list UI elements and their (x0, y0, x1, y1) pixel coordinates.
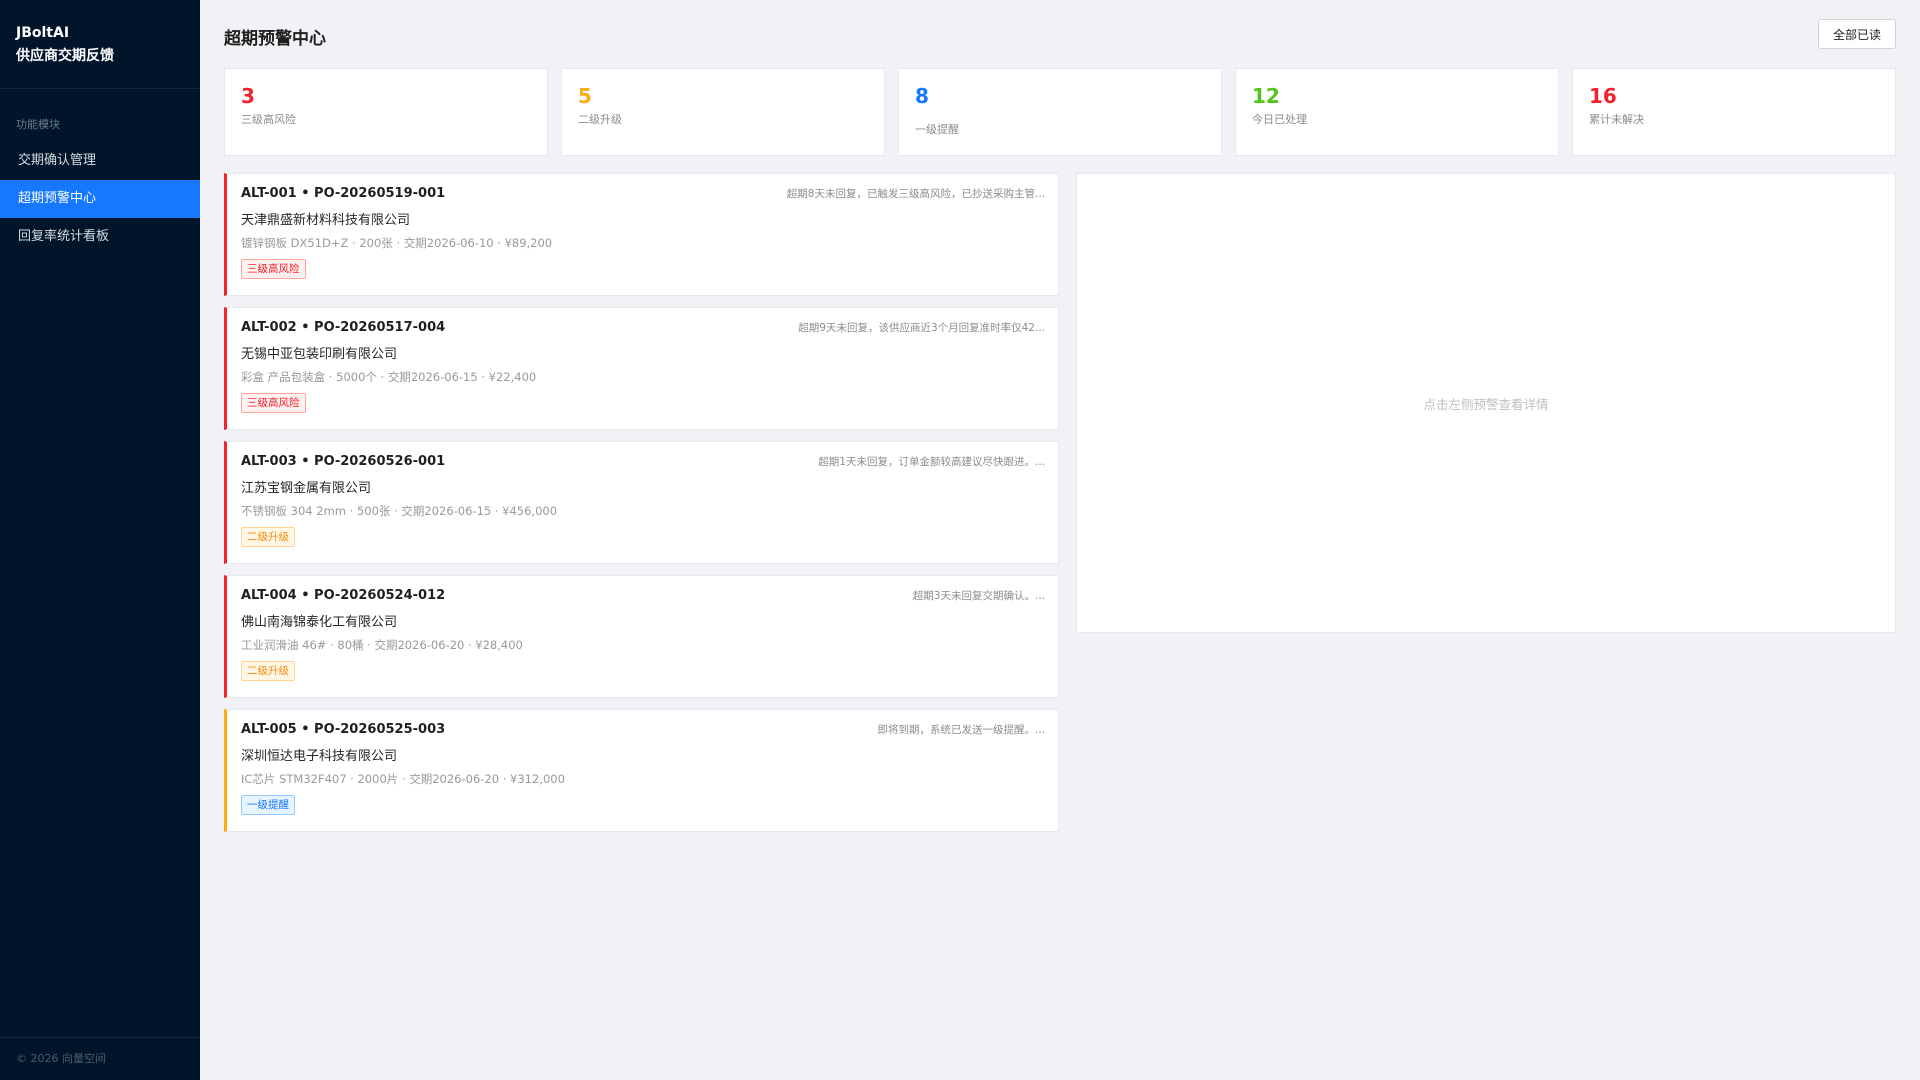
alert-card[interactable]: ALT-005 • PO-20260525-003 即将到期，系统已发送一级提醒… (224, 709, 1059, 832)
alert-card[interactable]: ALT-004 • PO-20260524-012 超期3天未回复交期确认。..… (224, 575, 1059, 698)
alert-card[interactable]: ALT-002 • PO-20260517-004 超期9天未回复，该供应商近3… (224, 307, 1059, 430)
alert-card-header: ALT-005 • PO-20260525-003 即将到期，系统已发送一级提醒… (241, 722, 1045, 737)
alert-card[interactable]: ALT-001 • PO-20260519-001 超期8天未回复，已触发三级高… (224, 173, 1059, 296)
alert-id: ALT-001 • PO-20260519-001 (241, 186, 446, 201)
alert-card-header: ALT-004 • PO-20260524-012 超期3天未回复交期确认。..… (241, 588, 1045, 603)
alert-id: ALT-002 • PO-20260517-004 (241, 320, 446, 335)
stat-label: 一级提醒 (915, 123, 959, 136)
detail-placeholder: 点击左侧预警查看详情 (1423, 396, 1549, 412)
sidebar-footer: © 2026 向量空间 (0, 1037, 200, 1080)
stat-card-handled-today: 12 今日已处理 (1235, 68, 1559, 156)
stat-label: 二级升级 (578, 113, 622, 126)
alert-level-tag: 三级高风险 (241, 259, 306, 279)
alert-detail: 镀锌钢板 DX51D+Z · 200张 · 交期2026-06-10 · ¥89… (241, 236, 553, 250)
alert-message: 即将到期，系统已发送一级提醒。... (877, 724, 1045, 736)
content-area: ALT-001 • PO-20260519-001 超期8天未回复，已触发三级高… (224, 173, 1896, 832)
stat-card-level2: 5 二级升级 (561, 68, 885, 156)
stat-label: 三级高风险 (241, 113, 296, 126)
stat-value: 8 (915, 84, 929, 108)
stat-card-level1: 8 一级提醒 (898, 68, 1222, 156)
stat-label: 今日已处理 (1252, 113, 1307, 126)
alert-detail: 不锈钢板 304 2mm · 500张 · 交期2026-06-15 · ¥45… (241, 504, 558, 518)
mark-all-read-button[interactable]: 全部已读 (1817, 19, 1896, 49)
sidebar-item-reply-rate-dashboard[interactable]: 回复率统计看板 (0, 218, 200, 256)
sidebar-item-delivery-confirmation[interactable]: 交期确认管理 (0, 142, 200, 180)
alert-message: 超期3天未回复交期确认。... (912, 590, 1045, 602)
stats-row: 3 三级高风险 5 二级升级 8 一级提醒 12 今日已处理 16 累计未解决 (224, 68, 1896, 156)
page-header: 超期预警中心 全部已读 (224, 0, 1896, 68)
alert-company: 天津鼎盛新材料科技有限公司 (241, 213, 411, 228)
brand-name: JBoltAI (16, 25, 70, 41)
brand-subtitle: 供应商交期反馈 (16, 48, 114, 64)
stat-value: 12 (1252, 84, 1280, 108)
alert-message: 超期9天未回复，该供应商近3个月回复准时率仅42... (798, 322, 1045, 334)
alert-company: 江苏宝钢金属有限公司 (241, 481, 372, 496)
alert-level-tag: 二级升级 (241, 527, 295, 547)
brand: JBoltAI 供应商交期反馈 (0, 0, 200, 89)
stat-value: 16 (1589, 84, 1617, 108)
alert-company: 佛山南海锦泰化工有限公司 (241, 615, 398, 630)
alert-company: 无锡中亚包装印刷有限公司 (241, 347, 398, 362)
alert-card-header: ALT-003 • PO-20260526-001 超期1天未回复，订单金额较高… (241, 454, 1045, 469)
alert-level-tag: 一级提醒 (241, 795, 295, 815)
alert-message: 超期1天未回复，订单金额较高建议尽快跟进。... (818, 456, 1045, 468)
stat-card-level3: 3 三级高风险 (224, 68, 548, 156)
alert-detail: 工业润滑油 46# · 80桶 · 交期2026-06-20 · ¥28,400 (241, 638, 523, 652)
alert-message: 超期8天未回复，已触发三级高风险，已抄送采购主管... (786, 188, 1045, 200)
alert-detail: IC芯片 STM32F407 · 2000片 · 交期2026-06-20 · … (241, 772, 565, 786)
alert-card-header: ALT-002 • PO-20260517-004 超期9天未回复，该供应商近3… (241, 320, 1045, 335)
alert-detail-panel: 点击左侧预警查看详情 (1076, 173, 1896, 633)
alert-id: ALT-003 • PO-20260526-001 (241, 454, 446, 469)
sidebar: JBoltAI 供应商交期反馈 功能模块 交期确认管理 超期预警中心 回复率统计… (0, 0, 200, 1080)
sidebar-item-overdue-alerts[interactable]: 超期预警中心 (0, 180, 200, 218)
stat-value: 3 (241, 84, 255, 108)
alert-card-header: ALT-001 • PO-20260519-001 超期8天未回复，已触发三级高… (241, 186, 1045, 201)
alert-list: ALT-001 • PO-20260519-001 超期8天未回复，已触发三级高… (224, 173, 1059, 832)
stat-label: 累计未解决 (1589, 113, 1644, 126)
stat-card-unresolved-total: 16 累计未解决 (1572, 68, 1896, 156)
alert-level-tag: 三级高风险 (241, 393, 306, 413)
alert-id: ALT-005 • PO-20260525-003 (241, 722, 446, 737)
stat-value: 5 (578, 84, 592, 108)
main-content: 超期预警中心 全部已读 3 三级高风险 5 二级升级 8 一级提醒 12 今日已… (200, 0, 1920, 1080)
alert-company: 深圳恒达电子科技有限公司 (241, 749, 398, 764)
alert-id: ALT-004 • PO-20260524-012 (241, 588, 446, 603)
alert-detail: 彩盒 产品包装盒 · 5000个 · 交期2026-06-15 · ¥22,40… (241, 370, 537, 384)
alert-level-tag: 二级升级 (241, 661, 295, 681)
page-title: 超期预警中心 (224, 28, 326, 49)
nav-section-title: 功能模块 (16, 118, 60, 131)
alert-card[interactable]: ALT-003 • PO-20260526-001 超期1天未回复，订单金额较高… (224, 441, 1059, 564)
